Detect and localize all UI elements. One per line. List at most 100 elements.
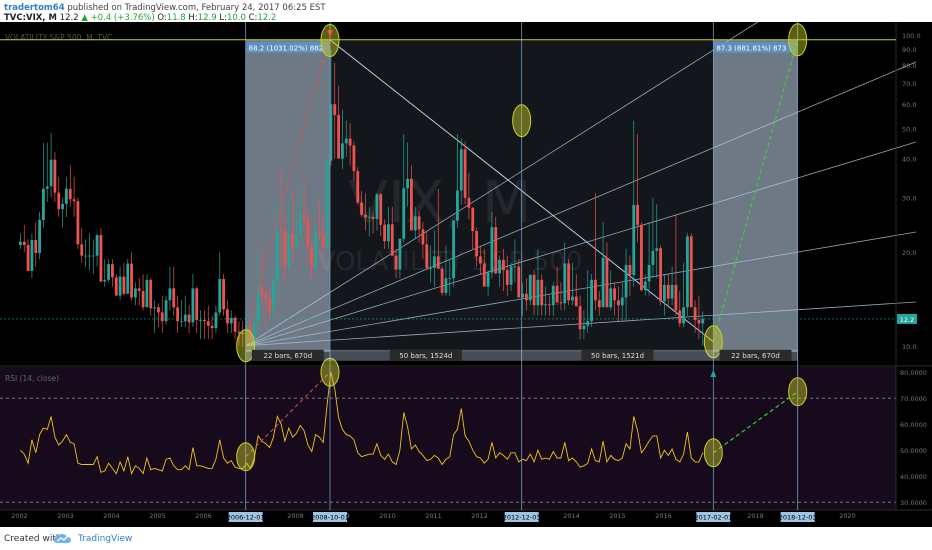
candle-body [61,203,64,210]
candle-body [632,204,636,275]
candle-body [103,279,107,282]
candle-body [30,239,34,272]
candle-body [279,230,283,232]
range-box-label: 88.2 (1031.02%) 882 [249,44,323,52]
candle-body [95,235,99,256]
candle-body [417,216,421,230]
candle-body [463,149,467,198]
candle-body [260,286,264,295]
header-bar: tradertom64 published on TradingView.com… [0,0,932,23]
candle-body [666,284,670,299]
candle-body [689,236,693,308]
rsi-background [0,367,896,510]
candle-body [126,263,130,294]
candle-body [505,270,509,285]
candle-body [498,259,501,274]
date-marker-label: 2018-12-03 [779,514,817,522]
candle-body [647,264,651,282]
price-tick-label: 60.0 [902,101,916,109]
year-tick-label: 2004 [103,512,120,520]
candle-body [91,255,95,257]
candle-body [107,264,110,280]
author-link[interactable]: tradertom64 [4,3,65,13]
candle-body [310,246,314,268]
bar-count-label: 22 bars, 670d [264,352,313,360]
price-tick-label: 50.0 [902,126,916,134]
candle-body [375,194,379,219]
year-tick-label: 2020 [839,512,856,520]
candle-body [609,288,613,308]
candle-body [272,280,275,311]
rsi-title: RSI (14, close) [5,374,59,383]
candle-body [214,312,218,329]
candle-body [283,231,287,267]
candle-body [425,244,429,268]
candle-body [157,307,160,313]
bar-count-label: 50 bars, 1524d [399,352,452,360]
candle-body [275,230,279,281]
candle-body [482,263,486,287]
tradingview-brand[interactable]: TradingView [78,534,132,544]
candle-body [268,298,271,311]
candle-body [379,194,383,225]
candle-body [145,279,149,308]
candle-body [76,201,80,245]
candle-body [605,257,609,308]
candle-body [387,224,390,242]
candle-body [567,263,570,301]
candle-body [663,284,666,302]
candle-body [597,300,601,308]
candle-body [494,227,498,274]
candle-body [544,304,547,306]
candle-body [298,214,302,235]
candle-body [348,138,352,146]
candle-body [306,218,310,247]
candle-body [321,233,325,248]
candle-body [226,309,229,324]
candle-body [429,267,432,269]
year-tick-label: 2018 [747,512,764,520]
candle-body [364,214,367,218]
chart-area[interactable]: VIX, MVOLATILITY S&P 500VOLATILITY S&P 5… [0,22,932,527]
date-marker-label: 2012-12-03 [503,514,541,522]
candle-body [195,288,199,321]
candle-body [134,288,137,298]
highlight-ellipse [320,24,340,58]
bar-count-label: 50 bars, 1521d [591,352,644,360]
price-tick-label: 10.0 [902,343,916,351]
candle-body [203,320,206,322]
highlight-ellipse [320,357,340,387]
candle-body [191,288,195,323]
candle-body [187,314,191,323]
published-text: published on TradingView.com, February 2… [67,3,326,13]
candle-body [563,263,567,304]
candle-body [141,291,145,308]
candle-body [701,318,705,324]
candle-body [398,238,402,270]
candle-body [314,231,317,268]
candle-body [130,263,133,298]
candle-body [444,278,448,293]
candle-body [356,171,360,203]
year-tick-label: 2010 [379,512,396,520]
date-marker-label: 2006-12-01 [227,514,265,522]
rsi-tick-label: 60.0000 [900,421,927,429]
year-tick-label: 2012 [471,512,488,520]
candle-body [586,321,590,326]
candle-body [413,216,417,231]
candle-body [26,244,30,272]
rsi-pane[interactable]: RSI (14, close) [0,367,896,510]
candle-body [467,197,471,208]
candle-body [471,207,475,232]
candle-body [153,307,156,309]
highlight-ellipse [788,377,808,407]
candle-body [367,216,371,218]
candle-body [590,279,593,322]
candle-body [574,296,578,307]
candle-body [233,317,237,332]
candle-body [636,204,639,225]
candle-body [111,264,114,278]
candle-body [352,145,356,172]
highlight-ellipse [788,23,808,57]
bar-count-label: 22 bars, 670d [731,352,780,360]
